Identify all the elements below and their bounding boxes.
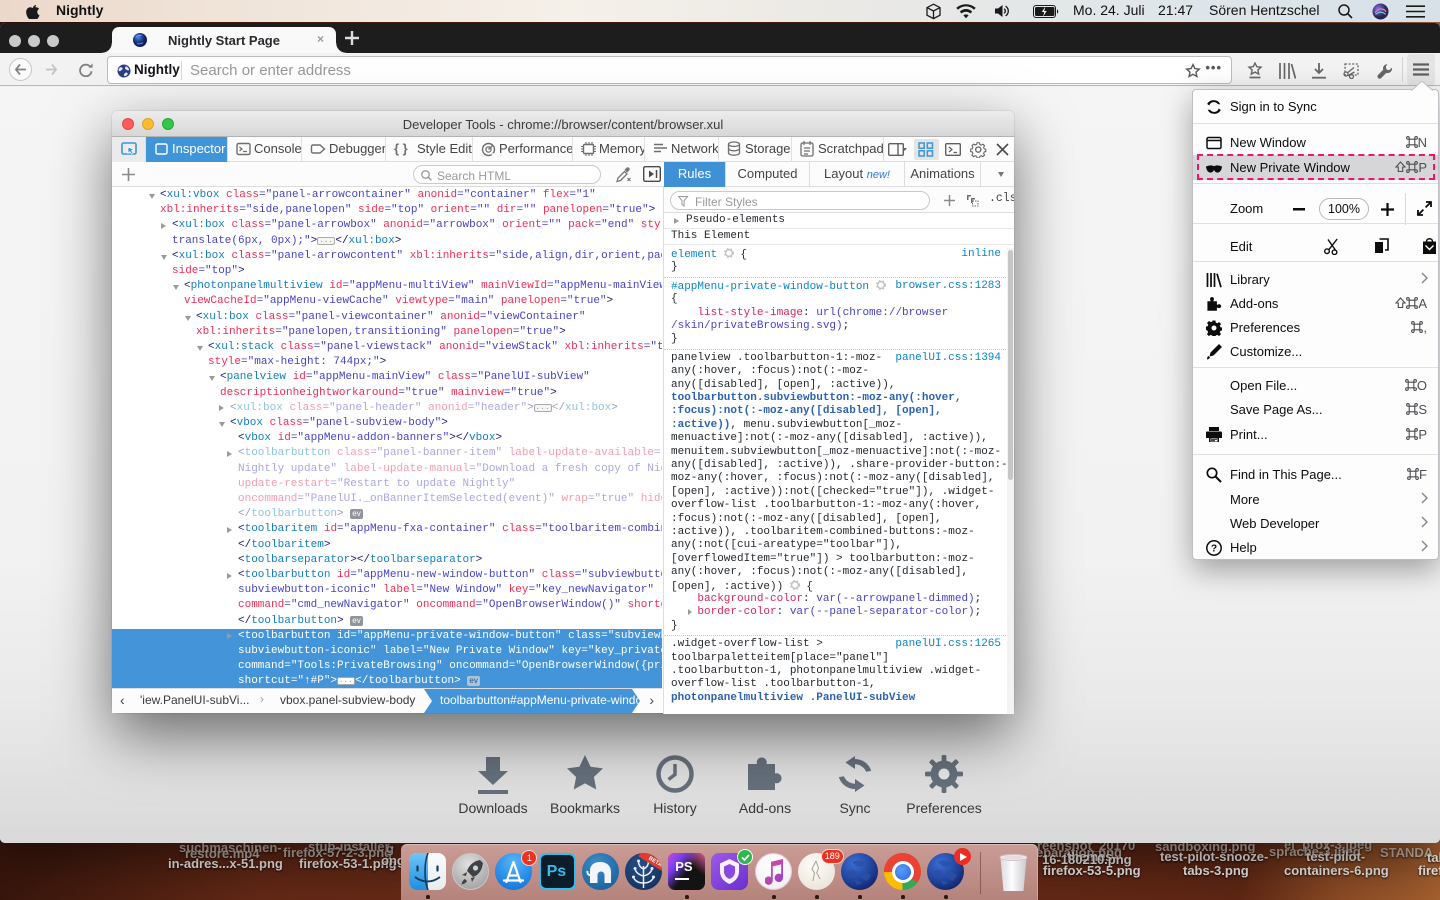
svg-text:?: ? bbox=[1211, 544, 1217, 555]
